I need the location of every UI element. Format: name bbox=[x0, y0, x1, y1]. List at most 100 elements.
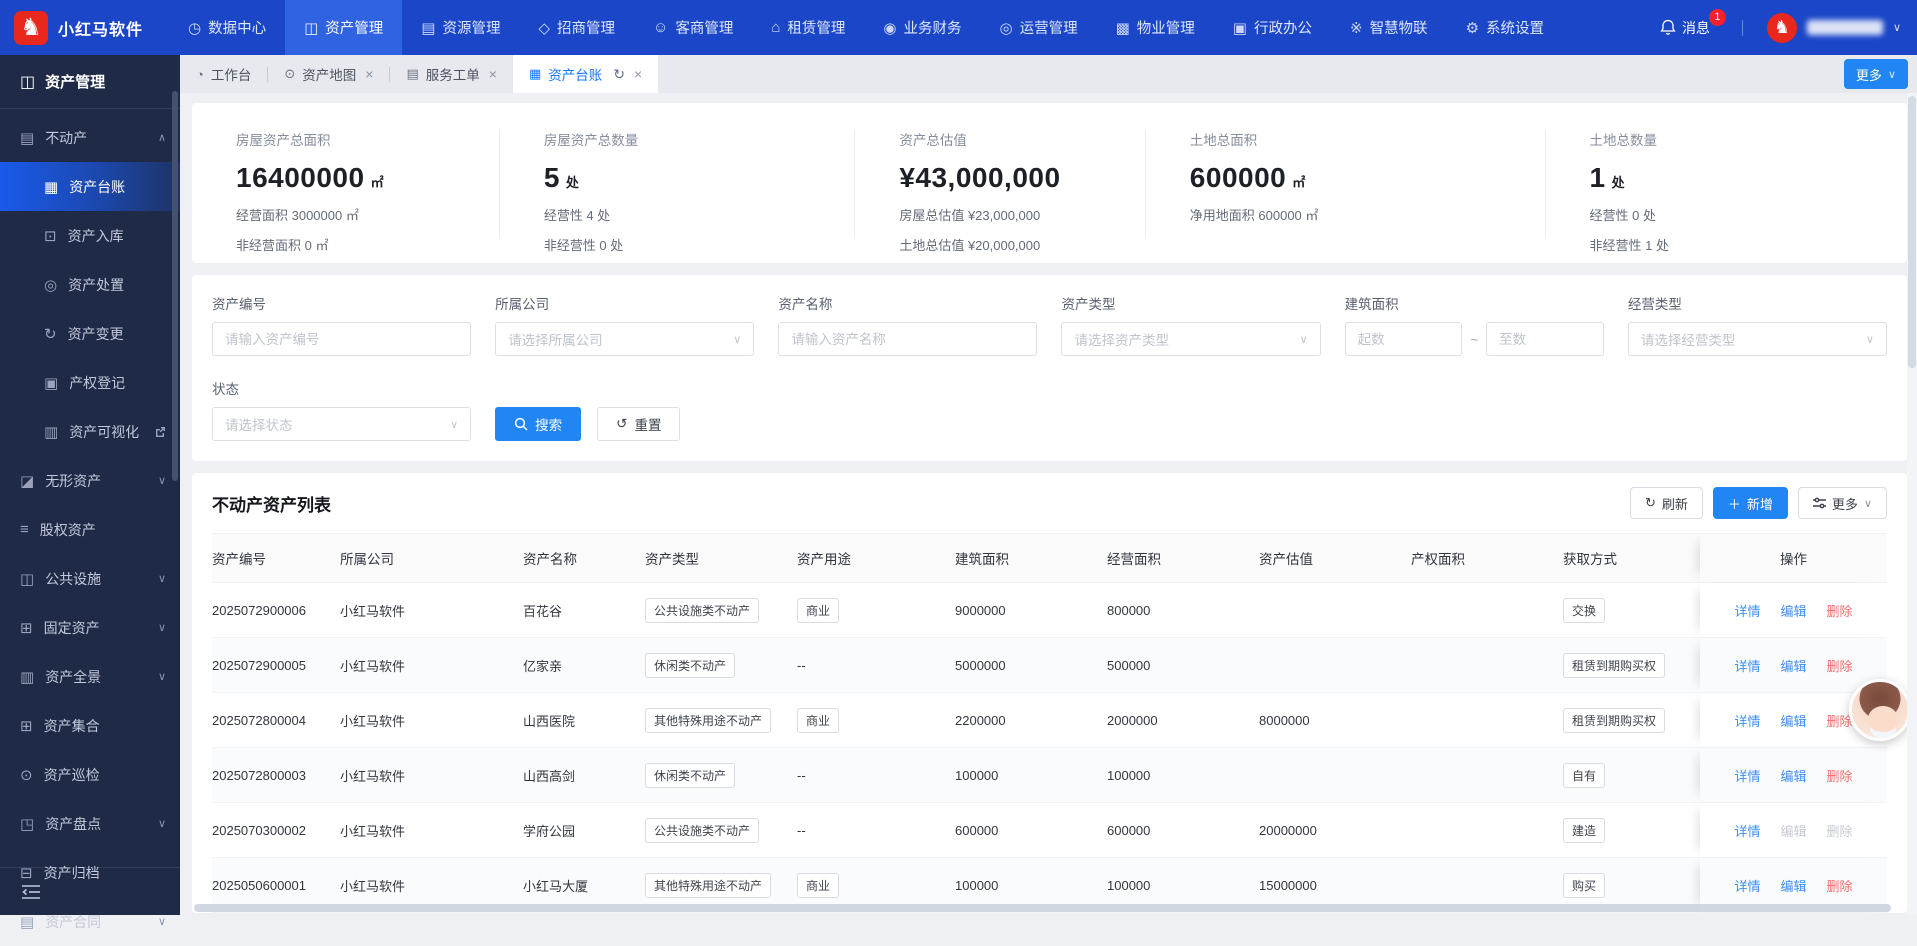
sidebar-subitem-asset-inbound[interactable]: ⊡资产入库 bbox=[0, 211, 180, 260]
detail-link[interactable]: 详情 bbox=[1734, 711, 1760, 730]
sidebar-subitem-asset-change[interactable]: ↻资产变更 bbox=[0, 309, 180, 358]
cell-asset-type: 公共设施类不动产 bbox=[645, 803, 797, 857]
cell-property-area bbox=[1411, 583, 1563, 637]
nav-item-investment[interactable]: ◇招商管理 bbox=[519, 0, 634, 55]
refresh-button[interactable]: ↻ 刷新 bbox=[1630, 487, 1703, 519]
nav-item-operations[interactable]: ◎运营管理 bbox=[981, 0, 1097, 55]
asset-management-icon: ◫ bbox=[304, 19, 318, 37]
delete-link[interactable]: 删除 bbox=[1827, 601, 1853, 620]
sidebar-item-public-facility[interactable]: ◫公共设施∨ bbox=[0, 554, 180, 603]
edit-link[interactable]: 编辑 bbox=[1780, 876, 1806, 895]
assistant-avatar[interactable] bbox=[1849, 679, 1911, 741]
messages-button[interactable]: 消息 1 bbox=[1660, 18, 1710, 38]
tab-资产地图[interactable]: ⊙资产地图× bbox=[268, 55, 389, 93]
edit-link[interactable]: 编辑 bbox=[1780, 656, 1806, 675]
owning-company-select[interactable]: 请选择所属公司∨ bbox=[495, 322, 754, 356]
sidebar-scrollbar-thumb[interactable] bbox=[172, 91, 178, 481]
delete-link[interactable]: 删除 bbox=[1827, 876, 1853, 895]
nav-item-merchant[interactable]: ☺客商管理 bbox=[634, 0, 752, 55]
cell-asset-name: 百花谷 bbox=[523, 583, 645, 637]
merchant-icon: ☺ bbox=[653, 19, 668, 36]
nav-item-finance[interactable]: ◉业务财务 bbox=[864, 0, 980, 55]
column-header-资产编号: 资产编号 bbox=[212, 534, 340, 582]
cell-acquisition: 自有 bbox=[1563, 748, 1700, 802]
operation-type-select[interactable]: 请选择经营类型∨ bbox=[1628, 322, 1887, 356]
username-redacted[interactable] bbox=[1807, 20, 1883, 35]
table-row: 2025072800003小红马软件山西高剑休闲类不动产--1000001000… bbox=[212, 748, 1887, 803]
horizontal-scrollbar[interactable] bbox=[194, 904, 1891, 912]
delete-link[interactable]: 删除 bbox=[1827, 656, 1853, 675]
ledger-icon: ▦ bbox=[44, 178, 58, 196]
search-button[interactable]: 搜索 bbox=[495, 407, 581, 441]
add-button[interactable]: ＋ 新增 bbox=[1713, 487, 1788, 519]
sidebar-item-building[interactable]: ▤不动产∧ bbox=[0, 113, 180, 162]
asset-visualization-icon: ▥ bbox=[44, 423, 58, 441]
cell-actions: 详情 编辑 删除 bbox=[1700, 748, 1887, 802]
asset-type-select[interactable]: 请选择资产类型∨ bbox=[1061, 322, 1320, 356]
list-title: 不动产资产列表 bbox=[212, 491, 331, 516]
sidebar-item-intangible-asset[interactable]: ◪无形资产∨ bbox=[0, 456, 180, 505]
sidebar-subitem-asset-disposal[interactable]: ◎资产处置 bbox=[0, 260, 180, 309]
edit-link[interactable]: 编辑 bbox=[1780, 601, 1806, 620]
nav-item-iot[interactable]: ※智慧物联 bbox=[1331, 0, 1447, 55]
nav-item-resource-management[interactable]: ▤资源管理 bbox=[402, 0, 519, 55]
detail-link[interactable]: 详情 bbox=[1734, 876, 1760, 895]
tab-close-icon[interactable]: × bbox=[489, 66, 497, 82]
tabs-more-button[interactable]: 更多 ∨ bbox=[1844, 59, 1908, 89]
detail-link[interactable]: 详情 bbox=[1734, 821, 1760, 840]
list-more-button[interactable]: 更多 ∨ bbox=[1798, 487, 1887, 519]
nav-item-property[interactable]: ▩物业管理 bbox=[1097, 0, 1214, 55]
asset-panorama-icon: ▥ bbox=[20, 668, 34, 686]
sidebar-item-fixed-asset[interactable]: ⊞固定资产∨ bbox=[0, 603, 180, 652]
status-select[interactable]: 请选择状态∨ bbox=[212, 407, 471, 441]
tab-refresh-icon[interactable]: ↻ bbox=[613, 66, 625, 83]
tab-服务工单[interactable]: ▤服务工单× bbox=[390, 55, 512, 93]
nav-item-admin-office[interactable]: ▣行政办公 bbox=[1214, 0, 1331, 55]
sidebar-collapse-button[interactable] bbox=[0, 867, 180, 915]
detail-link[interactable]: 详情 bbox=[1734, 601, 1760, 620]
delete-link[interactable]: 删除 bbox=[1827, 766, 1853, 785]
nav-item-label: 系统设置 bbox=[1486, 17, 1544, 38]
sidebar-subitem-asset-visualization[interactable]: ▥资产可视化 bbox=[0, 407, 180, 456]
edit-link[interactable]: 编辑 bbox=[1780, 766, 1806, 785]
tab-资产台账[interactable]: ▦资产台账↻× bbox=[513, 55, 658, 93]
sidebar-item-asset-collection[interactable]: ⊞资产集合 bbox=[0, 701, 180, 750]
cell-operating-area: 600000 bbox=[1107, 803, 1259, 857]
sidebar-item-asset-panorama[interactable]: ▥资产全景∨ bbox=[0, 652, 180, 701]
cell-operating-area: 100000 bbox=[1107, 748, 1259, 802]
stat-sub-line: 经营性 4 处 bbox=[544, 205, 855, 224]
nav-item-leasing[interactable]: ⌂租赁管理 bbox=[752, 0, 864, 55]
nav-item-settings[interactable]: ⚙系统设置 bbox=[1447, 0, 1563, 55]
stat-value: 600000 bbox=[1190, 162, 1286, 194]
stat-card: 土地总面积600000㎡净用地面积 600000 ㎡ bbox=[1145, 129, 1545, 237]
tab-close-icon[interactable]: × bbox=[365, 66, 373, 82]
asset-name-input[interactable] bbox=[778, 322, 1037, 356]
detail-link[interactable]: 详情 bbox=[1734, 766, 1760, 785]
tab-工作台[interactable]: ◔工作台 bbox=[180, 55, 267, 93]
chevron-down-icon[interactable]: ∨ bbox=[1893, 21, 1901, 34]
stats-summary-card: 房屋资产总面积16400000㎡经营面积 3000000 ㎡非经营面积 0 ㎡房… bbox=[192, 103, 1907, 263]
tag-badge: 休闲类不动产 bbox=[645, 763, 735, 788]
vertical-scrollbar-thumb[interactable] bbox=[1908, 96, 1916, 368]
cell-valuation bbox=[1259, 583, 1411, 637]
reset-button[interactable]: ↺重置 bbox=[597, 407, 680, 441]
detail-link[interactable]: 详情 bbox=[1734, 656, 1760, 675]
message-badge: 1 bbox=[1709, 9, 1726, 26]
building-area-from-input[interactable] bbox=[1345, 322, 1463, 356]
asset-code-input[interactable] bbox=[212, 322, 471, 356]
asset-disposal-icon: ◎ bbox=[44, 276, 57, 294]
reset-label: 重置 bbox=[634, 414, 661, 434]
user-avatar[interactable]: ♞ bbox=[1767, 13, 1797, 43]
edit-link[interactable]: 编辑 bbox=[1780, 711, 1806, 730]
stat-sub-line: 非经营性 0 处 bbox=[544, 235, 855, 254]
nav-item-data-center[interactable]: ◷数据中心 bbox=[169, 0, 285, 55]
tab-close-icon[interactable]: × bbox=[634, 66, 642, 82]
sidebar-subitem-property-registration[interactable]: ▣产权登记 bbox=[0, 358, 180, 407]
sidebar-item-equity-asset[interactable]: ≡股权资产 bbox=[0, 505, 180, 554]
sidebar-item-asset-inspection[interactable]: ⊙资产巡检 bbox=[0, 750, 180, 799]
building-area-to-input[interactable] bbox=[1486, 322, 1604, 356]
nav-item-label: 资产管理 bbox=[325, 17, 383, 38]
sidebar-subitem-ledger[interactable]: ▦资产台账 bbox=[0, 162, 180, 211]
sidebar-item-asset-inventory[interactable]: ◳资产盘点∨ bbox=[0, 799, 180, 848]
nav-item-asset-management[interactable]: ◫ 资产管理 bbox=[285, 0, 402, 55]
